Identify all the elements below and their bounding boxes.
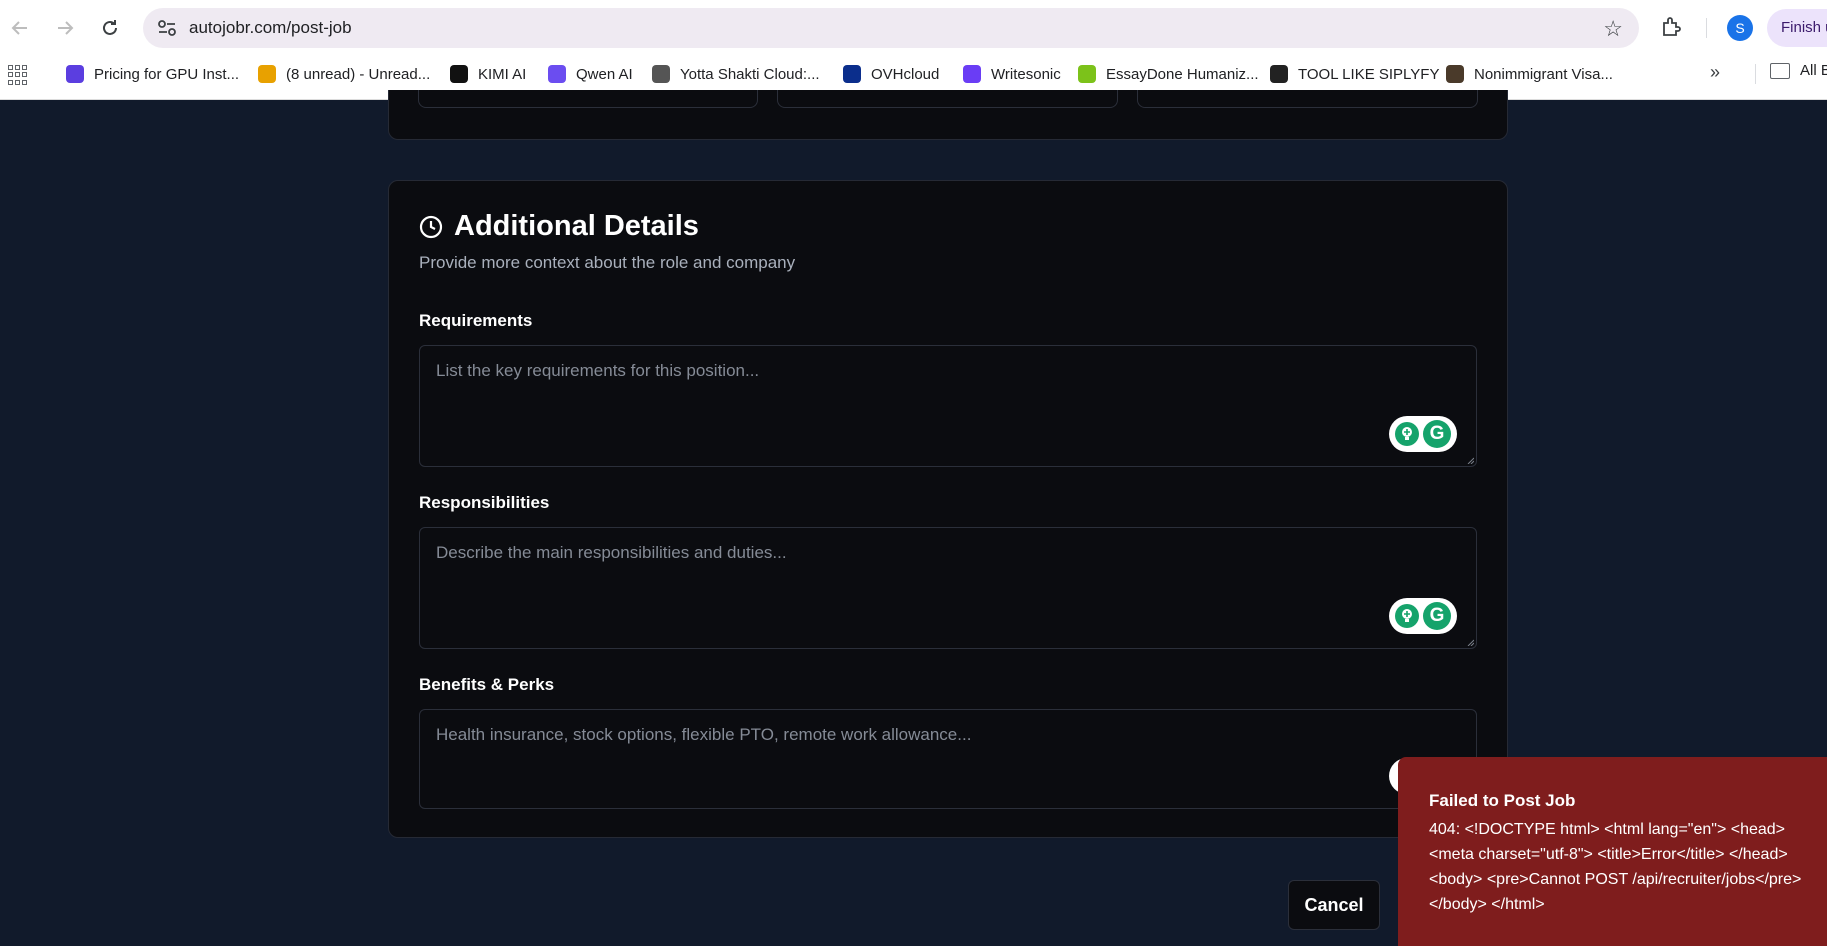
requirements-label: Requirements xyxy=(419,311,533,330)
clock-icon xyxy=(419,215,443,238)
profile-avatar[interactable]: S xyxy=(1727,15,1753,41)
bookmark-item[interactable]: EssayDone Humaniz... xyxy=(1078,62,1259,86)
toolbar-divider xyxy=(1706,18,1707,38)
extensions-icon[interactable] xyxy=(1660,15,1684,39)
previous-field-1[interactable] xyxy=(418,90,758,108)
url-text[interactable]: autojobr.com/post-job xyxy=(189,18,352,38)
all-bookmarks-button[interactable]: All B xyxy=(1770,62,1827,79)
bookmarks-divider xyxy=(1755,64,1756,84)
bookmark-item[interactable]: Qwen AI xyxy=(548,62,633,86)
grammarly-widget[interactable]: G xyxy=(1389,598,1457,634)
section-subtitle: Provide more context about the role and … xyxy=(419,253,796,272)
ovh-icon xyxy=(843,65,861,83)
section-title: Additional Details xyxy=(454,210,699,242)
cancel-button[interactable]: Cancel xyxy=(1288,880,1380,930)
reload-icon xyxy=(103,20,117,35)
grammarly-widget[interactable]: G xyxy=(1389,416,1457,452)
arrow-right-icon xyxy=(58,21,74,35)
bookmark-label: Nonimmigrant Visa... xyxy=(1474,65,1613,83)
requirements-placeholder: List the key requirements for this posit… xyxy=(436,361,760,380)
bookmark-item[interactable]: (8 unread) - Unread... xyxy=(258,62,430,86)
previous-field-2[interactable] xyxy=(777,90,1118,108)
grammarly-icon[interactable]: G xyxy=(1423,420,1451,448)
toast-title: Failed to Post Job xyxy=(1429,791,1576,810)
chat-icon xyxy=(258,65,276,83)
writesonic-icon xyxy=(963,65,981,83)
resize-handle-icon[interactable] xyxy=(1466,456,1474,464)
finish-update-button[interactable]: Finish u xyxy=(1767,9,1827,47)
benefits-label: Benefits & Perks xyxy=(419,675,555,694)
kimi-icon xyxy=(450,65,468,83)
all-bookmarks-label: All B xyxy=(1800,62,1827,79)
lightbulb-icon[interactable] xyxy=(1395,604,1419,628)
qwen-icon xyxy=(548,65,566,83)
error-toast[interactable]: Failed to Post Job 404: <!DOCTYPE html> … xyxy=(1398,757,1827,946)
bookmark-star-icon[interactable]: ☆ xyxy=(1603,16,1623,42)
seal-icon xyxy=(1446,65,1464,83)
bookmark-label: TOOL LIKE SIPLYFY xyxy=(1298,65,1440,83)
bookmark-item[interactable]: Pricing for GPU Inst... xyxy=(66,62,239,86)
requirements-textarea[interactable]: List the key requirements for this posit… xyxy=(419,345,1477,467)
benefits-placeholder: Health insurance, stock options, flexibl… xyxy=(436,725,972,744)
globe-icon xyxy=(652,65,670,83)
folder-icon xyxy=(1770,62,1790,79)
bookmark-label: Yotta Shakti Cloud:... xyxy=(680,65,820,83)
gpu-cloud-icon xyxy=(66,65,84,83)
bookmark-item[interactable]: Nonimmigrant Visa... xyxy=(1446,62,1613,86)
responsibilities-textarea[interactable]: Describe the main responsibilities and d… xyxy=(419,527,1477,649)
bookmark-item[interactable]: Yotta Shakti Cloud:... xyxy=(652,62,820,86)
resize-handle-icon[interactable] xyxy=(1466,638,1474,646)
essaydone-icon xyxy=(1078,65,1096,83)
back-button[interactable] xyxy=(6,14,34,42)
section-header: Additional Details xyxy=(419,210,699,243)
bookmark-item[interactable]: KIMI AI xyxy=(450,62,526,86)
bookmark-label: Qwen AI xyxy=(576,65,633,83)
address-bar[interactable]: autojobr.com/post-job ☆ xyxy=(143,8,1639,48)
site-settings-icon[interactable] xyxy=(157,19,177,37)
apps-grid-icon[interactable] xyxy=(8,65,28,85)
bookmark-label: EssayDone Humaniz... xyxy=(1106,65,1259,83)
grammarly-icon[interactable]: G xyxy=(1423,602,1451,630)
bookmark-item[interactable]: Writesonic xyxy=(963,62,1061,86)
bookmark-item[interactable]: OVHcloud xyxy=(843,62,939,86)
lightbulb-icon[interactable] xyxy=(1395,422,1419,446)
tool-icon xyxy=(1270,65,1288,83)
bookmark-label: (8 unread) - Unread... xyxy=(286,65,431,83)
more-bookmarks-icon[interactable]: » xyxy=(1710,62,1720,83)
bookmark-label: Pricing for GPU Inst... xyxy=(94,65,240,83)
toast-message: 404: <!DOCTYPE html> <html lang="en"> <h… xyxy=(1429,821,1802,913)
bookmark-label: OVHcloud xyxy=(871,65,940,83)
reload-button[interactable] xyxy=(96,14,124,42)
previous-field-3[interactable] xyxy=(1137,90,1478,108)
benefits-textarea[interactable]: Health insurance, stock options, flexibl… xyxy=(419,709,1477,809)
responsibilities-label: Responsibilities xyxy=(419,493,550,512)
browser-toolbar: autojobr.com/post-job ☆ S Finish u xyxy=(0,0,1827,56)
bookmark-item[interactable]: TOOL LIKE SIPLYFY xyxy=(1270,62,1439,86)
forward-button[interactable] xyxy=(51,14,79,42)
bookmark-label: Writesonic xyxy=(991,65,1061,83)
bookmark-label: KIMI AI xyxy=(478,65,527,83)
arrow-left-icon xyxy=(11,21,27,35)
additional-details-card: Additional Details Provide more context … xyxy=(388,180,1508,838)
responsibilities-placeholder: Describe the main responsibilities and d… xyxy=(436,543,787,562)
